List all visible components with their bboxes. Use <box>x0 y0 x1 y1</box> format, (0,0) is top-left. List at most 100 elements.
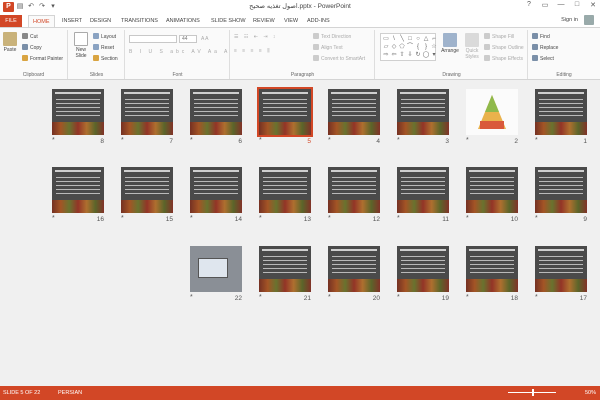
slide-number: 4 <box>376 138 380 145</box>
slide-thumbnail[interactable] <box>121 167 173 213</box>
language-indicator[interactable]: PERSIAN <box>58 386 82 400</box>
shape-effects-button[interactable]: Shape Effects <box>484 55 523 63</box>
list-buttons[interactable]: ☰ ☷ ⇤ ⇥ ↕ <box>234 33 277 41</box>
tab-insert[interactable]: INSERT <box>58 15 86 27</box>
arrange-button[interactable]: Arrange <box>439 33 461 54</box>
sign-in-link[interactable]: Sign in <box>561 17 578 23</box>
slide-thumbnail[interactable] <box>328 167 380 213</box>
slide-thumbnail[interactable] <box>121 89 173 135</box>
slide-thumbnail[interactable] <box>257 87 313 137</box>
font-name-box[interactable] <box>129 35 177 43</box>
shape-outline-button[interactable]: Shape Outline <box>484 44 524 52</box>
tab-review[interactable]: REVIEW <box>249 15 279 27</box>
find-button[interactable]: Find <box>532 33 550 41</box>
slide-number: 7 <box>169 138 173 145</box>
slide-thumbnail[interactable] <box>52 89 104 135</box>
tab-animations[interactable]: ANIMATIONS <box>162 15 204 27</box>
avatar[interactable] <box>584 15 594 25</box>
paragraph-group-label: Paragraph <box>290 72 315 78</box>
replace-label: Replace <box>540 45 559 51</box>
select-button[interactable]: Select <box>532 55 554 63</box>
ribbon-tabs: FILE HOME INSERT DESIGN TRANSITIONS ANIM… <box>0 14 600 27</box>
drawing-group-label: Drawing <box>442 72 461 78</box>
scissors-icon <box>22 33 28 39</box>
cut-button[interactable]: Cut <box>22 33 38 41</box>
find-label: Find <box>540 34 550 40</box>
align-text-button[interactable]: Align Text <box>313 44 343 52</box>
shapes-gallery[interactable]: ▭ \ ╲ □ ○ △ ⌐ ▱ ◇ ⬠ ⌒{} ☆ ⇨ ⇦ ⇧ ⇩ ↻ ◯ ▾ <box>380 33 437 61</box>
align-text-icon <box>313 44 319 50</box>
slide-animation-icon: * <box>259 294 262 301</box>
zoom-level[interactable]: 50% <box>585 386 596 400</box>
format-painter-button[interactable]: Format Painter <box>22 55 63 63</box>
copy-label: Copy <box>30 45 42 51</box>
slide-sorter-view: * 1 * 2 * 3 * 4 * 5 * 6 * 7 * 8 * 9 * 10 * 11 * 12 * 13 * 14 * 15 * 16 *… <box>0 81 600 386</box>
quick-styles-icon <box>465 33 479 47</box>
slide-animation-icon: * <box>190 294 193 301</box>
layout-button[interactable]: Layout <box>93 33 116 41</box>
slide-animation-icon: * <box>466 294 469 301</box>
slides-group-label: Slides <box>89 72 104 78</box>
zoom-slider-knob[interactable] <box>532 389 534 396</box>
text-direction-button[interactable]: Text Direction <box>313 33 351 41</box>
tab-transitions[interactable]: TRANSITIONS <box>117 15 162 27</box>
copy-button[interactable]: Copy <box>22 44 42 52</box>
quick-styles-button[interactable]: Quick Styles <box>462 33 482 60</box>
slide-thumbnail[interactable] <box>535 246 587 292</box>
slide-thumbnail[interactable] <box>466 167 518 213</box>
replace-button[interactable]: Replace <box>532 44 558 52</box>
slide-number: 22 <box>234 295 242 302</box>
slide-thumbnail[interactable] <box>397 246 449 292</box>
ribbon-display-icon[interactable]: ▭ <box>540 1 550 9</box>
slide-thumbnail[interactable] <box>535 167 587 213</box>
slide-thumbnail[interactable] <box>397 167 449 213</box>
tab-view[interactable]: VIEW <box>280 15 302 27</box>
tab-add-ins[interactable]: ADD-INS <box>303 15 334 27</box>
status-bar: SLIDE 5 OF 22 PERSIAN 50% <box>0 386 600 400</box>
effects-icon <box>484 55 490 61</box>
shape-fill-button[interactable]: Shape Fill <box>484 33 514 41</box>
section-button[interactable]: Section <box>93 55 118 63</box>
font-group: 44 A A B I U S abc AV Aa A Font <box>126 30 230 79</box>
slide-thumbnail[interactable] <box>259 246 311 292</box>
slide-thumbnail[interactable] <box>397 89 449 135</box>
smartart-label: Convert to SmartArt <box>321 56 366 62</box>
slide-thumbnail[interactable] <box>259 167 311 213</box>
paste-button[interactable]: Paste <box>2 32 18 53</box>
slide-thumbnail[interactable] <box>190 246 242 292</box>
minimize-icon[interactable]: — <box>556 1 566 9</box>
slide-thumbnail[interactable] <box>328 246 380 292</box>
slide-thumbnail[interactable] <box>328 89 380 135</box>
grow-font-icon[interactable]: A A <box>201 35 209 43</box>
select-label: Select <box>540 56 554 62</box>
slide-thumbnail[interactable] <box>466 89 518 135</box>
shape-effects-label: Shape Effects <box>492 56 524 62</box>
slide-thumbnail[interactable] <box>52 167 104 213</box>
tab-design[interactable]: DESIGN <box>86 15 115 27</box>
new-slide-button[interactable]: New Slide <box>71 32 91 59</box>
reset-button[interactable]: Reset <box>93 44 114 52</box>
slide-thumbnail[interactable] <box>190 89 242 135</box>
smartart-button[interactable]: Convert to SmartArt <box>313 55 365 63</box>
cursor-icon <box>532 55 538 61</box>
layout-icon <box>93 33 99 39</box>
align-buttons[interactable]: ≡ ≡ ≡ ≡ ⫼ <box>234 47 272 55</box>
slides-group: New Slide Layout Reset Section Slides <box>69 30 125 79</box>
help-icon[interactable]: ? <box>524 1 534 9</box>
slide-animation-icon: * <box>121 215 124 222</box>
slide-animation-icon: * <box>52 215 55 222</box>
tab-slide-show[interactable]: SLIDE SHOW <box>207 15 250 27</box>
slide-number: 9 <box>583 216 587 223</box>
tab-file[interactable]: FILE <box>0 15 22 27</box>
slide-thumbnail[interactable] <box>466 246 518 292</box>
close-icon[interactable]: ✕ <box>588 1 598 9</box>
slide-animation-icon: * <box>259 137 262 144</box>
tab-home[interactable]: HOME <box>28 15 55 27</box>
slide-thumbnail[interactable] <box>190 167 242 213</box>
slide-thumbnail[interactable] <box>535 89 587 135</box>
slide-animation-icon: * <box>190 215 193 222</box>
font-style-buttons[interactable]: B I U S abc AV Aa A <box>129 48 230 56</box>
maximize-icon[interactable]: □ <box>572 1 582 9</box>
shape-fill-label: Shape Fill <box>492 34 515 40</box>
font-size-box[interactable]: 44 <box>179 35 197 43</box>
